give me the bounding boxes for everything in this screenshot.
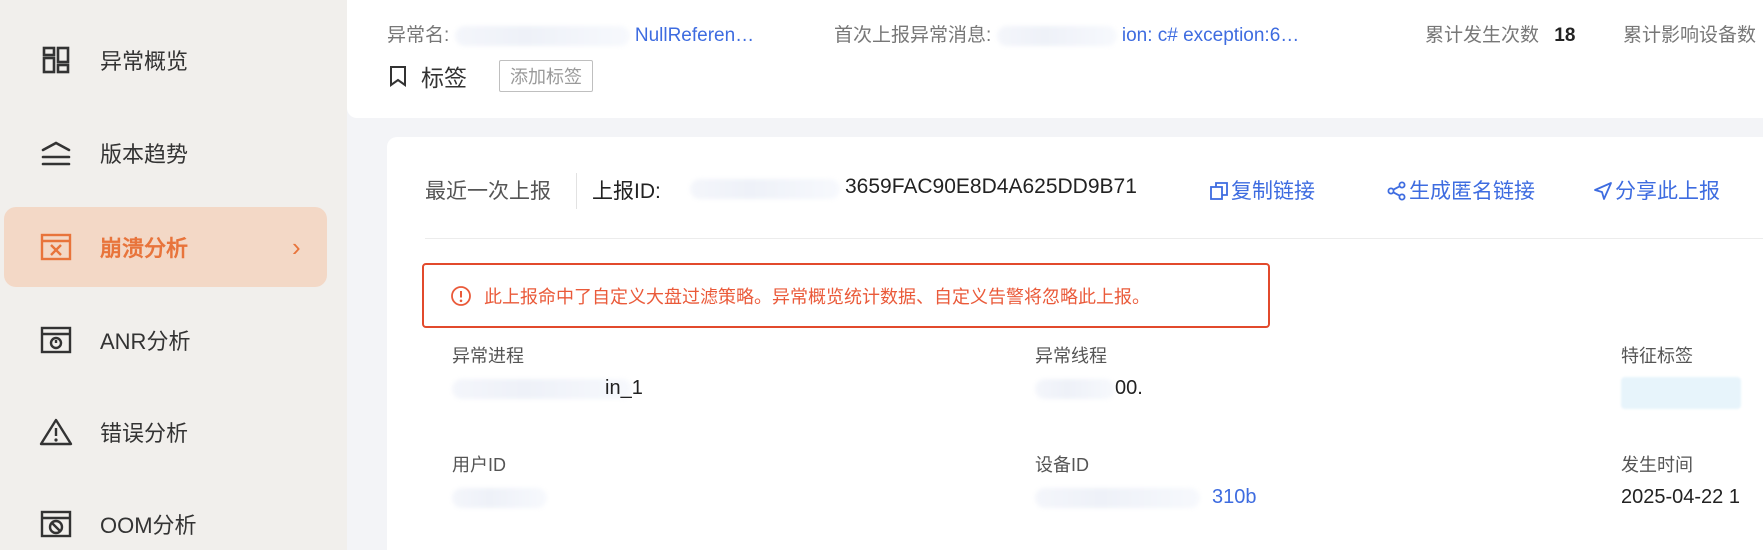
divider [576,173,577,209]
sidebar-item-overview[interactable]: 异常概览 [0,20,347,100]
sidebar-item-crash-analysis[interactable]: 崩溃分析 › [0,207,347,287]
report-card: 最近一次上报 上报ID: 3659FAC90E8D4A625DD9B71 复制链… [387,137,1763,550]
add-tag-button[interactable]: 添加标签 [499,60,593,92]
redacted-block [1035,379,1115,399]
exception-name-field: 异常名: NullReferen… [387,20,754,47]
chevron-right-icon: › [292,231,301,262]
exception-summary-row: 异常名: NullReferen… 首次上报异常消息: ion: c# exce… [387,20,1763,48]
oom-window-icon [38,506,74,542]
trend-layers-icon [38,135,74,171]
warning-triangle-icon [38,414,74,450]
tag-label: 标签 [421,65,467,91]
sidebar-item-label: 错误分析 [100,421,189,446]
anonymous-link-label: 生成匿名链接 [1409,180,1535,203]
total-count-value: 18 [1554,25,1576,46]
sidebar-item-label: OOM分析 [100,513,197,538]
sidebar-item-version-trend[interactable]: 版本趋势 [0,113,347,193]
exception-name-label: 异常名: [387,25,450,46]
sidebar: 异常概览 版本趋势 崩溃分析 › ANR分析 错误分析 OOM分析 [0,0,347,550]
process-value: in_1 [605,377,643,399]
first-message-label: 首次上报异常消息: [834,25,992,46]
redacted-block [690,179,840,199]
warning-text: 此上报命中了自定义大盘过滤策略。异常概览统计数据、自定义告警将忽略此上报。 [484,286,1150,307]
sidebar-item-error-analysis[interactable]: 错误分析 [0,392,347,472]
tag-row: 标签 添加标签 [387,60,593,92]
filter-warning-banner: 此上报命中了自定义大盘过滤策略。异常概览统计数据、自定义告警将忽略此上报。 [422,263,1270,328]
sidebar-item-label: ANR分析 [100,329,191,354]
report-toolbar: 最近一次上报 上报ID: 3659FAC90E8D4A625DD9B71 复制链… [425,173,1763,209]
time-value: 2025-04-22 1 [1621,486,1740,508]
redacted-block [1035,488,1200,508]
affected-devices-label: 累计影响设备数 [1623,25,1757,46]
thread-value: 00. [1115,377,1143,399]
affected-devices-field: 累计影响设备数 1 [1623,20,1763,47]
exception-header: 异常名: NullReferen… 首次上报异常消息: ion: c# exce… [347,0,1763,118]
crash-window-icon [38,229,74,265]
bookmark-icon [390,66,406,87]
first-message-field: 首次上报异常消息: ion: c# exception:6… [834,20,1299,47]
report-id-value: 3659FAC90E8D4A625DD9B71 [845,175,1137,198]
total-count-label: 累计发生次数 [1425,25,1540,46]
redacted-block [454,25,630,46]
exception-name-link[interactable]: NullReferen… [635,25,754,46]
redacted-user-id [452,488,547,508]
device-id-label: 设备ID [1035,455,1089,475]
feature-tag-chip[interactable] [1621,377,1741,409]
first-message-link[interactable]: ion: c# exception:6… [1122,25,1299,46]
sidebar-item-label: 版本趋势 [100,142,189,167]
process-label: 异常进程 [452,346,524,366]
info-circle-icon [451,285,471,306]
redacted-block [996,25,1117,46]
copy-link-label: 复制链接 [1231,180,1315,203]
feature-tag-label: 特征标签 [1621,346,1693,366]
device-id-link[interactable]: 310b [1212,486,1257,509]
anonymous-link-button[interactable]: 生成匿名链接 [1387,175,1535,205]
copy-icon [1210,182,1228,200]
total-count-field: 累计发生次数 18 [1425,20,1575,47]
user-id-label: 用户ID [452,455,506,475]
divider [425,238,1763,239]
sidebar-item-anr-analysis[interactable]: ANR分析 [0,300,347,380]
sidebar-item-label: 崩溃分析 [100,236,189,261]
sidebar-item-oom-analysis[interactable]: OOM分析 [0,484,347,550]
share-report-button[interactable]: 分享此上报 [1593,175,1720,205]
share-report-label: 分享此上报 [1615,180,1720,203]
copy-link-button[interactable]: 复制链接 [1209,175,1315,205]
recent-report-label: 最近一次上报 [425,180,551,203]
thread-label: 异常线程 [1035,346,1107,366]
report-id-label: 上报ID: [592,180,661,203]
sidebar-item-label: 异常概览 [100,49,189,74]
anr-window-icon [38,322,74,358]
grid-icon [38,42,74,78]
time-label: 发生时间 [1621,455,1693,475]
share-nodes-icon [1387,181,1406,201]
send-icon [1594,182,1612,200]
